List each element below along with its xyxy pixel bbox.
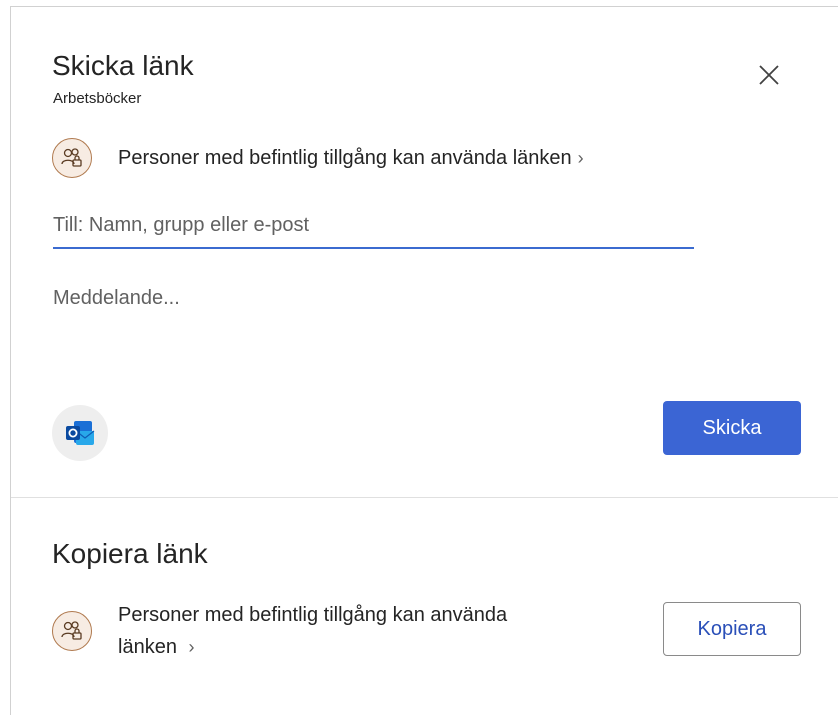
message-field[interactable]: [53, 287, 693, 377]
share-dialog: Skicka länk Arbetsböcker Personer med be…: [10, 6, 838, 715]
close-icon: [759, 65, 779, 85]
copy-permission-label: Personer med befintlig tillgång kan anvä…: [118, 599, 598, 663]
link-permission-setting[interactable]: Personer med befintlig tillgång kan anvä…: [52, 136, 584, 180]
people-lock-icon: [52, 611, 92, 651]
copy-button[interactable]: Kopiera: [663, 602, 801, 656]
people-lock-icon: [52, 138, 92, 178]
outlook-button[interactable]: [52, 405, 108, 461]
copy-link-title: Kopiera länk: [52, 538, 208, 569]
chevron-right-icon: ›: [188, 637, 195, 657]
section-divider: [11, 497, 838, 498]
send-link-subtitle: Arbetsböcker: [53, 90, 142, 107]
copy-link-permission-setting[interactable]: Personer med befintlig tillgång kan anvä…: [52, 599, 598, 663]
close-button[interactable]: [751, 57, 787, 93]
copy-permission-line2: länken: [118, 636, 177, 658]
background-edge: [0, 0, 10, 715]
outlook-icon: [66, 421, 95, 445]
recipient-input[interactable]: [53, 203, 694, 249]
send-button[interactable]: Skicka: [663, 401, 801, 455]
chevron-right-icon: ›: [577, 147, 584, 168]
send-link-title: Skicka länk: [52, 50, 194, 81]
permission-label: Personer med befintlig tillgång kan anvä…: [118, 146, 572, 169]
copy-permission-line1: Personer med befintlig tillgång kan anvä…: [118, 604, 508, 626]
